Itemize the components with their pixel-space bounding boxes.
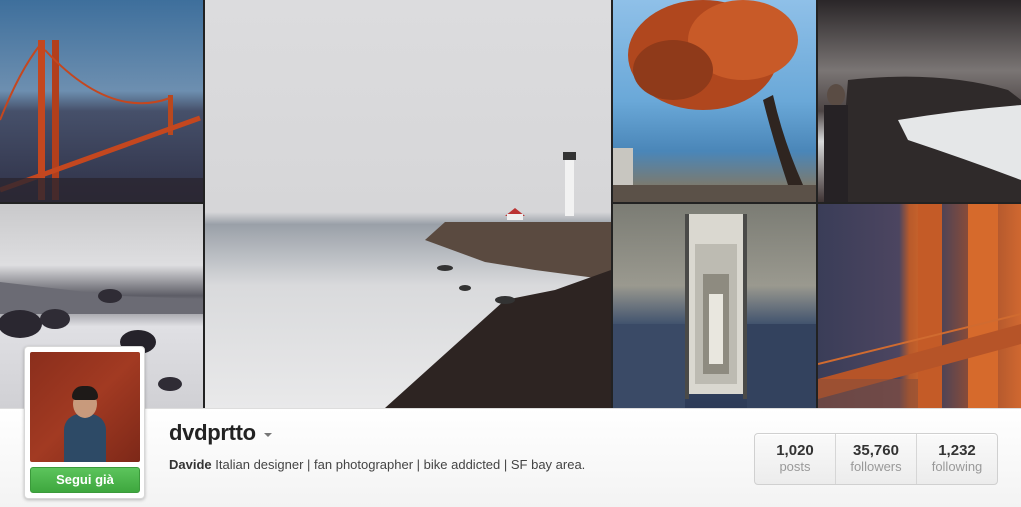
profile-bio: Davide Italian designer | fan photograph… (169, 457, 585, 472)
bio-text: Italian designer | fan photographer | bi… (215, 457, 586, 472)
follow-button[interactable]: Segui già (30, 467, 140, 493)
stat-value: 35,760 (853, 442, 899, 459)
photo-corridor[interactable] (613, 204, 816, 408)
stats-box: 1,020 posts 35,760 followers 1,232 follo… (754, 433, 998, 485)
avatar-card: Segui già (24, 346, 145, 499)
stat-followers[interactable]: 35,760 followers (836, 434, 917, 484)
username-row: dvdprtto (169, 420, 272, 446)
photo-person-beach[interactable] (818, 0, 1021, 202)
photo-tree-ocean[interactable] (613, 0, 816, 202)
stat-following[interactable]: 1,232 following (917, 434, 997, 484)
photo-mosaic-header (0, 0, 1021, 408)
stat-label: posts (779, 459, 811, 474)
stat-value: 1,232 (938, 442, 976, 459)
avatar[interactable] (30, 352, 140, 462)
username: dvdprtto (169, 420, 256, 445)
stat-label: following (931, 459, 983, 474)
stat-posts[interactable]: 1,020 posts (755, 434, 836, 484)
photo-bridge-tower[interactable] (818, 204, 1021, 408)
full-name: Davide (169, 457, 212, 472)
photo-golden-gate-bridge[interactable] (0, 0, 203, 202)
chevron-down-icon[interactable] (263, 433, 272, 437)
stat-label: followers (850, 459, 902, 474)
stat-value: 1,020 (776, 442, 814, 459)
photo-lighthouse-coast[interactable] (205, 0, 611, 408)
